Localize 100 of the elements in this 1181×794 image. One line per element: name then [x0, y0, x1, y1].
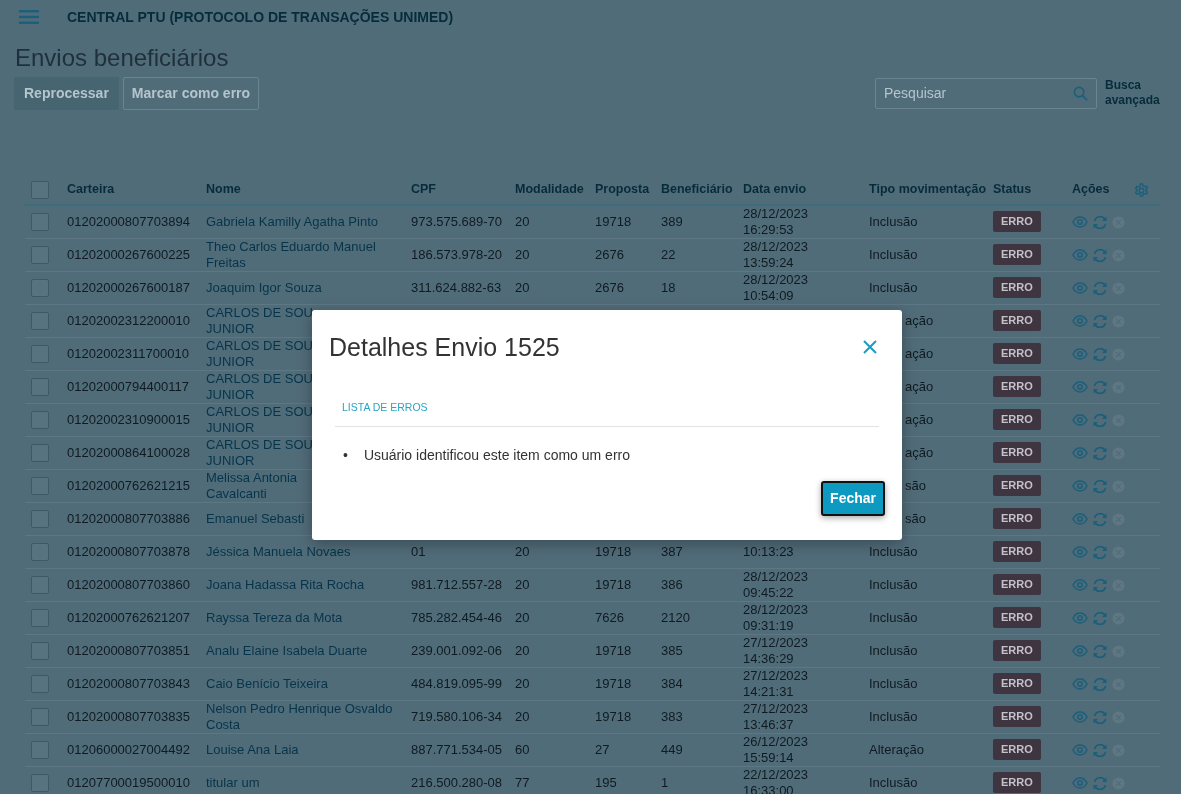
row-checkbox[interactable]	[31, 707, 49, 726]
table-cell: 20	[515, 246, 530, 262]
sync-icon[interactable]	[1092, 444, 1108, 461]
sync-icon[interactable]	[1092, 741, 1108, 758]
sync-icon[interactable]	[1092, 411, 1108, 428]
table-cell: 186.573.978-20	[411, 246, 503, 262]
status-badge: ERRO	[993, 475, 1041, 497]
view-icon[interactable]	[1072, 213, 1088, 230]
row-checkbox[interactable]	[31, 212, 49, 231]
sync-icon[interactable]	[1092, 642, 1108, 659]
column-header[interactable]: Beneficiário	[661, 182, 733, 197]
sync-icon[interactable]	[1092, 543, 1108, 560]
row-checkbox[interactable]	[31, 443, 49, 462]
sync-icon[interactable]	[1092, 477, 1108, 494]
name-link[interactable]: Nelson Pedro Henrique Osvaldo Costa	[206, 700, 403, 733]
row-checkbox[interactable]	[31, 773, 49, 792]
view-icon[interactable]	[1072, 378, 1088, 395]
sync-icon[interactable]	[1092, 213, 1108, 230]
name-link[interactable]: titular um	[206, 774, 403, 791]
view-icon[interactable]	[1072, 774, 1088, 791]
sync-icon[interactable]	[1092, 246, 1108, 263]
row-checkbox[interactable]	[31, 344, 49, 363]
row-checkbox[interactable]	[31, 740, 49, 759]
status-badge: ERRO	[993, 772, 1041, 794]
view-icon[interactable]	[1072, 312, 1088, 329]
sync-icon[interactable]	[1092, 576, 1108, 593]
table-cell: 01202002310900015	[67, 411, 190, 427]
sync-icon[interactable]	[1092, 312, 1108, 329]
table-cell: 01202000864100028	[67, 444, 190, 460]
column-header[interactable]: Tipo movimentação	[869, 182, 987, 197]
table-cell: Inclusão	[869, 213, 918, 229]
column-header[interactable]: Modalidade	[515, 182, 584, 197]
view-icon[interactable]	[1072, 510, 1088, 527]
row-checkbox[interactable]	[31, 278, 49, 297]
table-cell: 384	[661, 675, 683, 691]
sync-icon[interactable]	[1092, 279, 1108, 296]
view-icon[interactable]	[1072, 246, 1088, 263]
table-cell: 26/12/2023 15:59:14	[743, 733, 809, 765]
row-checkbox[interactable]	[31, 674, 49, 693]
page-title: Envios beneficiários	[15, 44, 230, 73]
row-checkbox[interactable]	[31, 641, 49, 660]
view-icon[interactable]	[1072, 609, 1088, 626]
column-header[interactable]: Ações	[1072, 182, 1110, 197]
table-cell: 2676	[595, 279, 624, 295]
view-icon[interactable]	[1072, 576, 1088, 593]
name-link[interactable]: Gabriela Kamilly Agatha Pinto	[206, 213, 403, 230]
table-cell: 01202000762621215	[67, 477, 190, 493]
column-header[interactable]: Proposta	[595, 182, 650, 197]
close-button[interactable]: Fechar	[821, 480, 885, 516]
column-header[interactable]: Carteira	[67, 182, 115, 197]
name-link[interactable]: Louise Ana Laia	[206, 741, 403, 758]
row-checkbox[interactable]	[31, 377, 49, 396]
search-field[interactable]: Pesquisar	[875, 77, 1097, 109]
name-link[interactable]: Theo Carlos Eduardo Manuel Freitas	[206, 238, 403, 271]
close-icon[interactable]	[863, 340, 877, 354]
row-checkbox[interactable]	[31, 608, 49, 627]
sync-icon[interactable]	[1092, 774, 1108, 791]
column-header[interactable]: CPF	[411, 182, 436, 197]
row-checkbox[interactable]	[31, 575, 49, 594]
settings-icon[interactable]	[1134, 182, 1149, 198]
table-cell: Alteração	[869, 741, 924, 757]
name-link[interactable]: Caio Benício Teixeira	[206, 675, 403, 692]
sync-icon[interactable]	[1092, 708, 1108, 725]
view-icon[interactable]	[1072, 708, 1088, 725]
name-link[interactable]: Jéssica Manuela Novaes	[206, 543, 403, 560]
table-cell: 01206000027004492	[67, 741, 190, 757]
table-cell: 20	[515, 213, 530, 229]
search-icon[interactable]	[1073, 85, 1088, 101]
select-all-checkbox[interactable]	[31, 180, 49, 199]
view-icon[interactable]	[1072, 411, 1088, 428]
view-icon[interactable]	[1072, 543, 1088, 560]
row-checkbox[interactable]	[31, 410, 49, 429]
advanced-search-link[interactable]: Busca avançada	[1105, 78, 1161, 109]
view-icon[interactable]	[1072, 642, 1088, 659]
name-link[interactable]: Rayssa Tereza da Mota	[206, 609, 403, 626]
row-checkbox[interactable]	[31, 476, 49, 495]
column-header[interactable]: Status	[993, 182, 1032, 197]
sync-icon[interactable]	[1092, 675, 1108, 692]
row-checkbox[interactable]	[31, 245, 49, 264]
sync-icon[interactable]	[1092, 345, 1108, 362]
view-icon[interactable]	[1072, 741, 1088, 758]
name-link[interactable]: Analu Elaine Isabela Duarte	[206, 642, 403, 659]
name-link[interactable]: Joana Hadassa Rita Rocha	[206, 576, 403, 593]
menu-icon[interactable]	[19, 9, 39, 25]
view-icon[interactable]	[1072, 444, 1088, 461]
column-header[interactable]: Data envio	[743, 182, 807, 197]
sync-icon[interactable]	[1092, 609, 1108, 626]
row-checkbox[interactable]	[31, 542, 49, 561]
view-icon[interactable]	[1072, 675, 1088, 692]
sync-icon[interactable]	[1092, 510, 1108, 527]
row-checkbox[interactable]	[31, 311, 49, 330]
table-cell: 01202000807703843	[67, 675, 190, 691]
sync-icon[interactable]	[1092, 378, 1108, 395]
view-icon[interactable]	[1072, 345, 1088, 362]
view-icon[interactable]	[1072, 477, 1088, 494]
row-checkbox[interactable]	[31, 509, 49, 528]
name-link[interactable]: Joaquim Igor Souza	[206, 279, 403, 296]
column-header[interactable]: Nome	[206, 182, 241, 197]
table-cell: 20	[515, 576, 530, 592]
view-icon[interactable]	[1072, 279, 1088, 296]
